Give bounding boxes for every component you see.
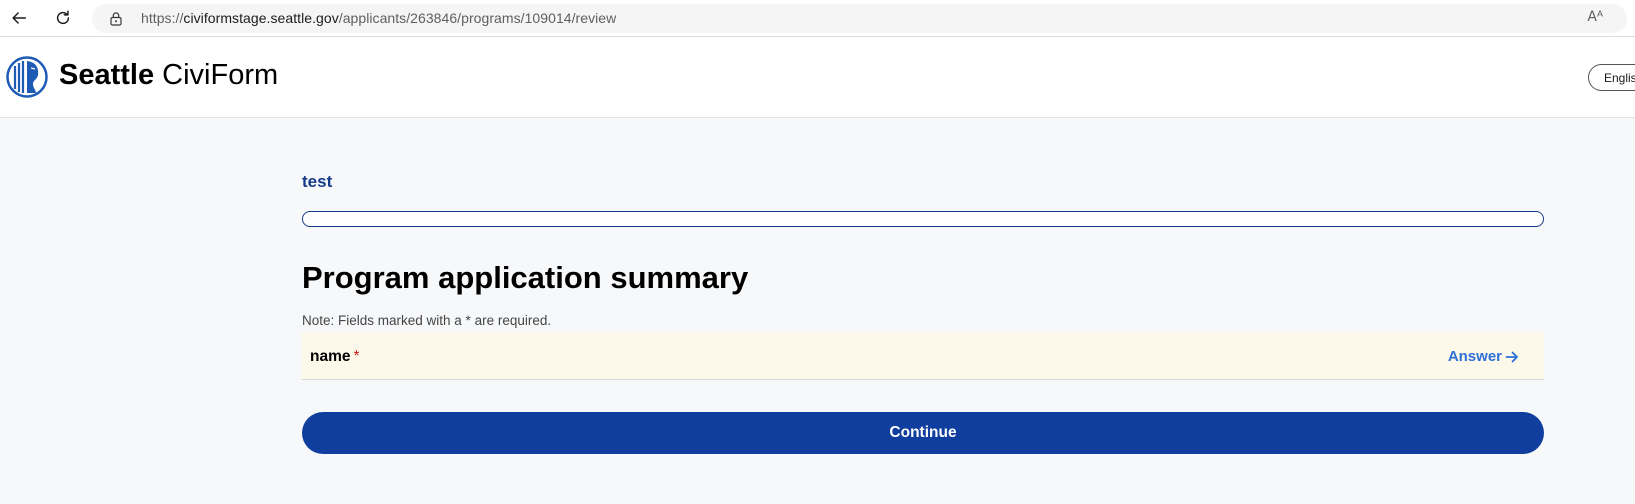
read-aloud-icon[interactable]: Aᴬ xyxy=(1587,9,1603,25)
brand-city: Seattle xyxy=(59,59,155,91)
page-title: Program application summary xyxy=(302,260,749,295)
lock-icon xyxy=(110,12,122,26)
question-name: name xyxy=(310,348,351,365)
progress-bar xyxy=(302,211,1544,227)
language-select-button[interactable]: English xyxy=(1588,64,1635,91)
required-marker: * xyxy=(353,348,360,365)
back-arrow-icon xyxy=(12,12,27,24)
required-note: Note: Fields marked with a * are require… xyxy=(302,313,552,328)
arrow-right-icon xyxy=(1505,351,1518,362)
answer-link-label: Answer xyxy=(1447,348,1502,365)
url-path: /applicants/263846/programs/109014/revie… xyxy=(338,10,617,26)
continue-button[interactable]: Continue xyxy=(302,412,1544,454)
site-header: Seattle CiviForm English xyxy=(0,37,1635,118)
site-brand[interactable]: Seattle CiviForm xyxy=(59,59,278,92)
url-prefix: https:// xyxy=(141,10,184,26)
url-text[interactable]: https://civiformstage.seattle.gov/applic… xyxy=(141,10,616,26)
reload-icon xyxy=(56,10,70,25)
program-name: test xyxy=(302,172,333,191)
back-button[interactable] xyxy=(7,6,31,30)
address-bar[interactable]: https://civiformstage.seattle.gov/applic… xyxy=(92,4,1627,33)
browser-toolbar: https://civiformstage.seattle.gov/applic… xyxy=(0,0,1635,37)
url-host: civiformstage.seattle.gov xyxy=(183,10,339,26)
brand-product: CiviForm xyxy=(162,59,279,91)
seattle-seal-icon[interactable] xyxy=(6,56,48,98)
answer-link[interactable]: Answer xyxy=(1448,348,1519,365)
question-row: name * Answer xyxy=(302,332,1544,380)
question-label: name * xyxy=(310,348,360,366)
reload-button[interactable] xyxy=(51,6,75,30)
